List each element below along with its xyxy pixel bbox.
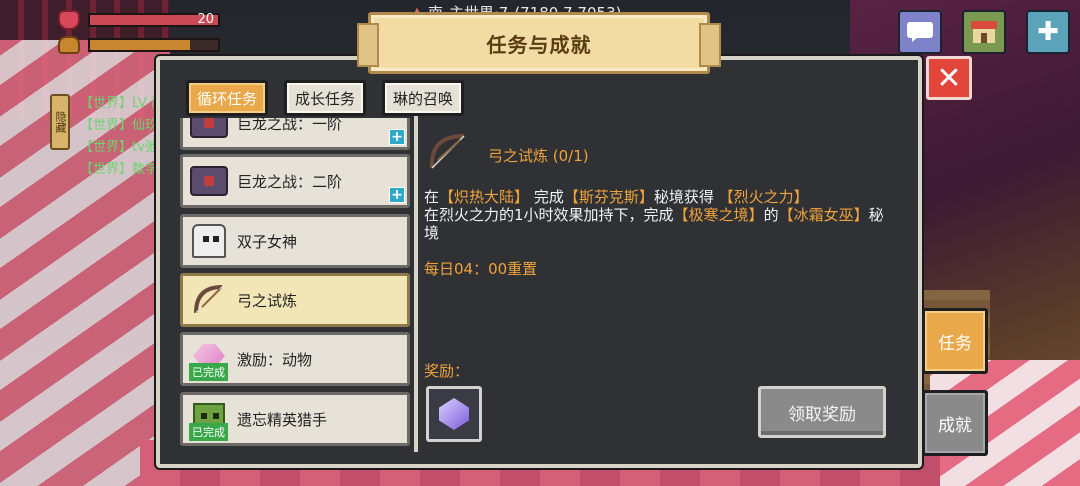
tab-lin-summon[interactable]: 琳的召唤 xyxy=(382,80,465,116)
desc-highlight: 【炽热大陆】 xyxy=(439,188,530,206)
list-item[interactable]: 巨龙之战：二阶 + xyxy=(180,154,410,208)
desc-text: 秘境获得 xyxy=(653,188,714,206)
desc-highlight: 【极寒之境】 xyxy=(673,206,764,224)
list-item-selected[interactable]: 弓之试炼 xyxy=(180,273,410,327)
pink-gem-icon: 已完成 xyxy=(189,339,229,381)
desc-highlight: 【冰霜女巫】 xyxy=(778,206,869,224)
hp-row: 20 xyxy=(58,10,220,30)
close-button[interactable]: ✕ xyxy=(926,56,972,100)
ghost-icon xyxy=(189,221,229,261)
creeper-icon: 已完成 xyxy=(189,399,229,441)
quest-label: 激励：动物 xyxy=(237,350,313,369)
desc-highlight: 【烈火之力】 xyxy=(718,188,809,206)
quest-label: 巨龙之战：二阶 xyxy=(237,172,343,191)
achievement-button[interactable]: 成就 xyxy=(922,390,988,456)
list-item[interactable]: 双子女神 xyxy=(180,214,410,268)
list-item[interactable]: 已完成 激励：动物 xyxy=(180,332,410,386)
list-item[interactable]: 巨龙之战：一阶 + xyxy=(180,118,410,150)
list-item[interactable]: 已完成 遗忘精英猎手 xyxy=(180,392,410,446)
quest-label: 弓之试炼 xyxy=(237,291,298,310)
completed-badge: 已完成 xyxy=(189,423,228,441)
tab-cycle-quests[interactable]: 循环任务 xyxy=(186,80,269,116)
plus-icon: + xyxy=(389,187,405,203)
desc-text: 在 xyxy=(424,188,440,206)
quest-list[interactable]: 巨龙之战：一阶 + 巨龙之战：二阶 + 双子女神 弓之试炼 已完成 激励：动物 … xyxy=(172,118,412,454)
desc-text: 在烈火之力的1小时效果加持下，完成 xyxy=(424,206,674,224)
quest-description: 在【炽热大陆】 完成【斯芬克斯】秘境获得 【烈火之力】 在烈火之力的1小时效果加… xyxy=(424,188,894,242)
quest-detail-panel: 弓之试炼 (0/1) 在【炽热大陆】 完成【斯芬克斯】秘境获得 【烈火之力】 在… xyxy=(418,118,902,452)
tab-bar: 循环任务 成长任务 琳的召唤 xyxy=(186,80,465,116)
close-icon: ✕ xyxy=(936,60,962,96)
chat-bubble-icon[interactable] xyxy=(898,10,942,54)
quest-label: 双子女神 xyxy=(237,232,298,251)
food-icon xyxy=(58,36,80,54)
bow-icon xyxy=(426,130,470,174)
dialog-title-banner: 任务与成就 xyxy=(357,12,721,74)
top-toolbar: ✚ xyxy=(898,10,1070,54)
chest-icon xyxy=(189,161,229,201)
plus-icon: + xyxy=(389,129,405,145)
add-icon[interactable]: ✚ xyxy=(1026,10,1070,54)
desc-text: 的 xyxy=(763,206,779,224)
quest-label: 巨龙之战：一阶 xyxy=(237,118,343,133)
reset-time: 每日04：00重置 xyxy=(424,260,538,278)
completed-badge: 已完成 xyxy=(189,363,228,381)
quest-label: 遗忘精英猎手 xyxy=(237,410,328,429)
hp-value: 20 xyxy=(197,12,214,27)
desc-highlight: 【斯芬克斯】 xyxy=(563,188,654,206)
heart-icon xyxy=(58,10,80,30)
desc-text: 完成 xyxy=(533,188,564,206)
tab-growth-quests[interactable]: 成长任务 xyxy=(284,80,367,116)
reward-label: 奖励： xyxy=(424,362,470,380)
crystal-icon xyxy=(439,398,469,430)
food-row xyxy=(58,36,220,54)
reward-item-slot[interactable] xyxy=(426,386,482,442)
dialog-title: 任务与成就 xyxy=(486,32,592,57)
shop-icon[interactable] xyxy=(962,10,1006,54)
claim-reward-button[interactable]: 领取奖励 xyxy=(758,386,886,438)
chest-icon xyxy=(189,118,229,143)
quest-title: 弓之试炼 (0/1) xyxy=(488,147,589,165)
bow-icon xyxy=(189,280,229,320)
hp-bar: 20 xyxy=(88,12,220,27)
food-bar xyxy=(88,38,220,52)
task-button[interactable]: 任务 xyxy=(922,308,988,374)
